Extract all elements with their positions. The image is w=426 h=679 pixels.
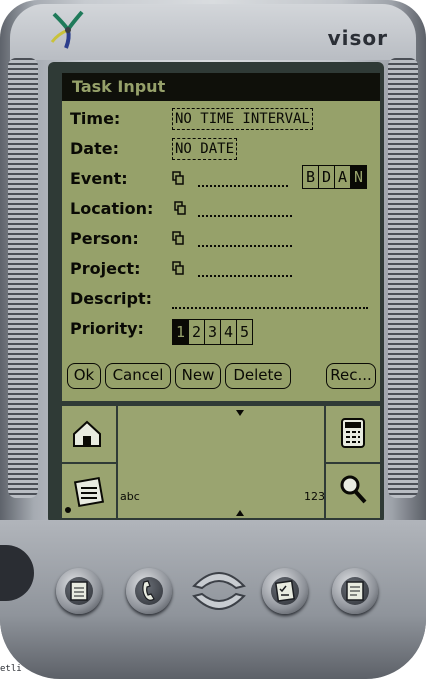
scroll-rocker[interactable] <box>190 558 248 624</box>
delete-button[interactable]: Delete <box>225 363 291 389</box>
memo-button[interactable] <box>332 568 378 614</box>
todo-button[interactable] <box>262 568 308 614</box>
time-label: Time: <box>70 109 121 128</box>
graffiti-letters-label: abc <box>120 490 140 503</box>
event-field[interactable] <box>198 183 288 187</box>
event-flag-selector[interactable]: B D A N <box>302 165 367 189</box>
silkscreen-area: abc 123 <box>62 406 380 518</box>
arrow-down-icon[interactable] <box>236 510 244 516</box>
priority-option[interactable]: 3 <box>205 320 221 344</box>
contrast-icon[interactable] <box>64 506 72 514</box>
event-flag-a[interactable]: A <box>335 166 351 188</box>
datebook-button[interactable] <box>56 568 102 614</box>
checklist-icon <box>274 580 296 602</box>
menu-icon[interactable] <box>72 474 106 508</box>
form-title: Task Input <box>66 76 172 98</box>
find-icon[interactable] <box>336 472 370 506</box>
person-field[interactable] <box>198 243 292 247</box>
location-field[interactable] <box>198 213 292 217</box>
descript-label: Descript: <box>70 289 153 308</box>
event-flag-n[interactable]: N <box>351 166 366 188</box>
lcd-screen: Task Input Time: NO TIME INTERVAL Date: … <box>62 73 380 401</box>
description-field[interactable] <box>172 305 368 309</box>
silkscreen-left-column <box>62 406 118 518</box>
date-selector[interactable]: NO DATE <box>172 138 238 160</box>
arrow-up-icon[interactable] <box>236 410 244 416</box>
calculator-icon[interactable] <box>336 416 370 450</box>
lookup-icon[interactable] <box>172 231 184 245</box>
lookup-icon[interactable] <box>174 201 186 215</box>
project-label: Project: <box>70 259 141 278</box>
event-flag-b[interactable]: B <box>303 166 319 188</box>
lookup-icon[interactable] <box>172 261 184 275</box>
priority-option[interactable]: 5 <box>237 320 252 344</box>
recurrence-button[interactable]: Rec... <box>326 363 376 389</box>
lookup-icon[interactable] <box>172 171 184 185</box>
left-grip <box>8 58 38 498</box>
ok-button[interactable]: Ok <box>67 363 101 389</box>
priority-label: Priority: <box>70 319 144 338</box>
location-label: Location: <box>70 199 154 218</box>
graffiti-area[interactable]: abc 123 <box>118 406 325 518</box>
time-selector[interactable]: NO TIME INTERVAL <box>172 108 313 130</box>
corner-text: etli <box>0 664 22 674</box>
memo-icon <box>346 581 364 601</box>
priority-option[interactable]: 1 <box>173 320 189 344</box>
event-flag-d[interactable]: D <box>319 166 335 188</box>
new-button[interactable]: New <box>175 363 221 389</box>
date-label: Date: <box>70 139 119 158</box>
brand-label: visor <box>327 26 388 50</box>
right-grip <box>388 58 418 498</box>
address-button[interactable] <box>126 568 172 614</box>
phone-icon <box>142 580 155 601</box>
title-bar: Task Input <box>62 73 380 101</box>
home-icon[interactable] <box>70 416 104 450</box>
priority-selector[interactable]: 1 2 3 4 5 <box>172 319 253 345</box>
graffiti-numbers-label: 123 <box>304 490 325 503</box>
event-label: Event: <box>70 169 128 188</box>
calendar-icon <box>70 581 88 601</box>
project-field[interactable] <box>198 273 292 277</box>
silkscreen-divider <box>326 462 380 464</box>
silkscreen-divider <box>62 462 116 464</box>
priority-option[interactable]: 2 <box>189 320 205 344</box>
cancel-button[interactable]: Cancel <box>105 363 171 389</box>
silkscreen-right-column <box>324 406 380 518</box>
person-label: Person: <box>70 229 139 248</box>
handspring-logo-icon <box>50 10 84 49</box>
priority-option[interactable]: 4 <box>221 320 237 344</box>
